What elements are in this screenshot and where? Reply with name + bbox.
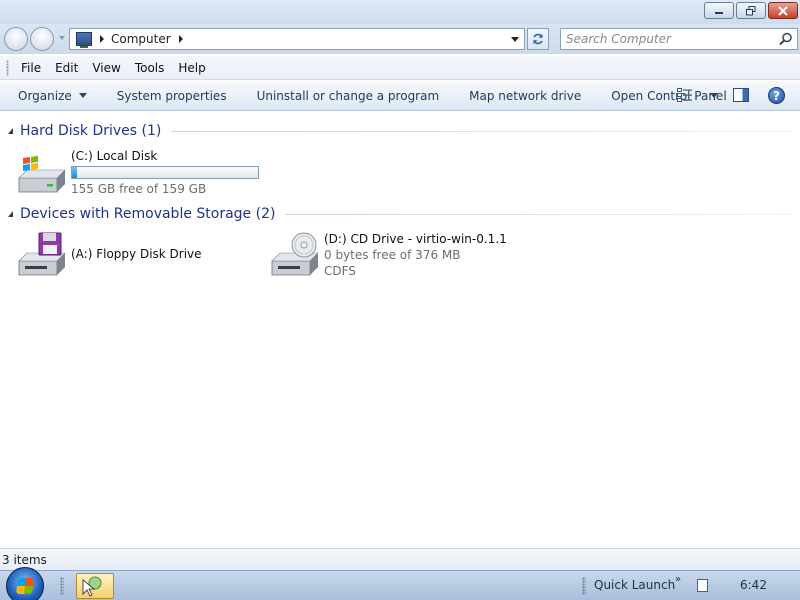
drive-name: (C:) Local Disk	[71, 149, 158, 163]
taskbar-grip[interactable]	[60, 577, 64, 595]
open-control-panel-button[interactable]: Open Control Panel	[596, 89, 741, 103]
back-button[interactable]	[4, 27, 28, 51]
refresh-icon	[533, 33, 543, 45]
computer-icon	[76, 32, 92, 48]
title-bar	[0, 0, 800, 24]
chevron-down-icon	[78, 93, 87, 98]
quick-launch-chevron[interactable]: »	[675, 574, 681, 585]
recent-pages-dropdown[interactable]	[59, 36, 65, 40]
menu-tools[interactable]: Tools	[129, 61, 171, 75]
item-count: 3 items	[2, 552, 47, 567]
menu-help[interactable]: Help	[172, 61, 211, 75]
notification-tray-icon[interactable]	[697, 579, 708, 592]
quick-launch-grip[interactable]	[582, 577, 586, 595]
drive-d-item[interactable]: (D:) CD Drive - virtio-win-0.1.1 0 bytes…	[270, 231, 507, 279]
drive-free-space: 155 GB free of 159 GB	[71, 182, 207, 196]
floppy-drive-icon	[17, 231, 67, 277]
hard-drive-icon	[17, 148, 67, 194]
chevron-down-icon	[710, 92, 718, 98]
close-button[interactable]	[768, 2, 798, 19]
drive-d-details: (D:) CD Drive - virtio-win-0.1.1 0 bytes…	[324, 231, 507, 279]
uninstall-program-button[interactable]: Uninstall or change a program	[242, 89, 455, 103]
taskbar: Quick Launch » 6:42	[0, 567, 800, 600]
breadcrumb-arrow-icon[interactable]	[178, 35, 183, 43]
explorer-icon	[82, 576, 102, 597]
menu-bar: File Edit View Tools Help	[0, 56, 800, 80]
help-button[interactable]: ?	[768, 87, 785, 104]
navigation-bar: Computer	[0, 24, 800, 54]
taskbar-clock[interactable]: 6:42	[740, 578, 767, 592]
views-button[interactable]	[677, 88, 718, 102]
drive-filesystem: CDFS	[324, 264, 356, 278]
collapse-arrow-icon[interactable]	[8, 128, 13, 134]
menu-view[interactable]: View	[86, 61, 126, 75]
search-input[interactable]	[561, 29, 761, 49]
cd-drive-icon	[270, 231, 320, 277]
forward-button[interactable]	[30, 27, 54, 51]
restore-button[interactable]	[736, 2, 766, 19]
breadcrumb-arrow-icon[interactable]	[100, 35, 104, 43]
minimize-icon	[715, 11, 723, 14]
system-properties-button[interactable]: System properties	[102, 89, 242, 103]
minimize-button[interactable]	[704, 2, 734, 19]
address-bar[interactable]: Computer	[69, 28, 525, 50]
restore-icon	[746, 5, 756, 15]
organize-label: Organize	[18, 88, 72, 103]
group-title: Hard Disk Drives (1)	[20, 123, 162, 139]
drive-name: (A:) Floppy Disk Drive	[71, 247, 202, 261]
drive-a-details: (A:) Floppy Disk Drive	[71, 231, 202, 277]
drive-free-space: 0 bytes free of 376 MB	[324, 248, 461, 262]
drive-c-details: (C:) Local Disk 155 GB free of 159 GB	[71, 148, 259, 197]
menu-edit[interactable]: Edit	[49, 61, 84, 75]
capacity-bar	[71, 166, 259, 179]
close-icon	[778, 5, 788, 16]
drive-a-item[interactable]: (A:) Floppy Disk Drive	[17, 231, 202, 277]
group-title: Devices with Removable Storage (2)	[20, 206, 276, 222]
drive-name: (D:) CD Drive - virtio-win-0.1.1	[324, 232, 507, 246]
window-controls	[704, 2, 798, 19]
menu-file[interactable]: File	[15, 61, 47, 75]
hard-disk-drives-header[interactable]: Hard Disk Drives (1)	[8, 121, 792, 141]
organize-button[interactable]: Organize	[0, 89, 102, 103]
start-button[interactable]	[6, 567, 44, 600]
taskbar-explorer-button[interactable]	[76, 573, 114, 599]
drive-c-item[interactable]: (C:) Local Disk 155 GB free of 159 GB	[17, 148, 259, 197]
quick-launch-label[interactable]: Quick Launch	[594, 578, 675, 592]
menu-grip	[6, 59, 9, 76]
group-divider	[171, 130, 792, 132]
breadcrumb-computer[interactable]: Computer	[111, 32, 171, 46]
content-pane: Hard Disk Drives (1) (C:) Local Disk 155…	[0, 112, 800, 548]
removable-storage-header[interactable]: Devices with Removable Storage (2)	[8, 204, 792, 224]
refresh-button[interactable]	[527, 28, 549, 50]
group-divider	[285, 213, 792, 215]
search-icon[interactable]	[779, 32, 793, 46]
address-dropdown-icon[interactable]	[511, 37, 519, 42]
preview-pane-button[interactable]	[733, 88, 749, 102]
status-bar: 3 items	[0, 548, 800, 570]
map-network-drive-button[interactable]: Map network drive	[454, 89, 596, 103]
search-box[interactable]	[560, 28, 798, 50]
views-icon	[677, 88, 692, 102]
capacity-fill	[72, 167, 77, 178]
collapse-arrow-icon[interactable]	[8, 211, 13, 217]
